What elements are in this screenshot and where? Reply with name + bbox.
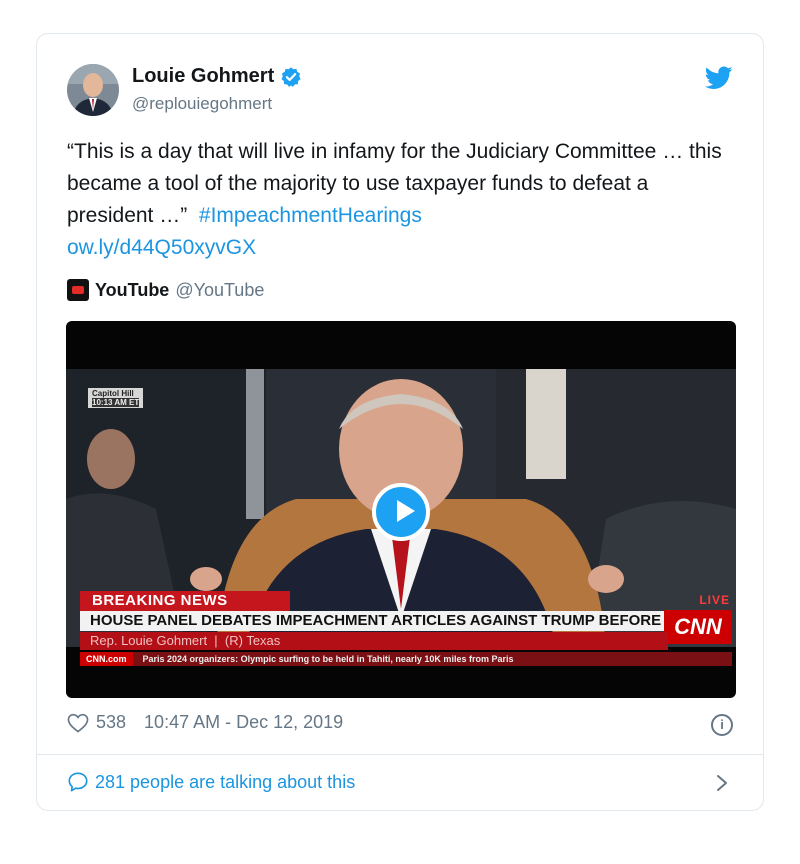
hashtag-link[interactable]: #ImpeachmentHearings [199, 204, 422, 227]
twitter-bird-icon[interactable] [705, 66, 733, 90]
speaker-chyron: Rep. Louie Gohmert | (R) Texas [80, 632, 668, 650]
author-name[interactable]: Louie Gohmert [132, 65, 302, 88]
live-indicator: LIVE [699, 593, 730, 607]
ticker-source: CNN.com [80, 652, 133, 666]
verified-badge-icon [281, 66, 301, 87]
author-name-text[interactable]: Louie Gohmert [132, 65, 274, 88]
chyron-headline: HOUSE PANEL DEBATES IMPEACHMENT ARTICLES… [80, 611, 668, 631]
conversation-label[interactable]: 281 people are talking about this [95, 772, 355, 793]
source-name[interactable]: YouTube [95, 280, 169, 301]
speech-bubble-icon [68, 772, 88, 792]
like-count[interactable]: 538 [96, 712, 126, 733]
divider [37, 754, 763, 755]
source-handle[interactable]: @YouTube [175, 280, 264, 301]
breaking-news-banner: BREAKING NEWS [80, 591, 290, 611]
embedded-tweet-card: Louie Gohmert @replouiegohmert “This is … [36, 33, 764, 811]
speaker-name: Rep. Louie Gohmert [90, 633, 208, 648]
author-avatar[interactable] [67, 64, 119, 116]
location-tag: Capitol Hill [92, 389, 134, 398]
short-url-link[interactable]: ow.ly/d44Q50xyvGX [67, 236, 256, 259]
video-player[interactable]: Capitol Hill 10:13 AM ET BREAKING NEWS L… [66, 321, 736, 698]
tweet-meta: 538 10:47 AM - Dec 12, 2019 [67, 712, 343, 733]
heart-icon[interactable] [67, 713, 89, 733]
media-source[interactable]: YouTube @YouTube [67, 279, 264, 301]
tweet-timestamp[interactable]: 10:47 AM - Dec 12, 2019 [144, 712, 343, 733]
speaker-party: (R) Texas [224, 633, 281, 648]
cnn-logo: CNN [664, 610, 732, 644]
location-time-tag: Capitol Hill 10:13 AM ET [88, 388, 144, 408]
author-handle[interactable]: @replouiegohmert [132, 94, 272, 114]
time-tag: 10:13 AM ET [92, 398, 140, 407]
info-icon[interactable]: i [711, 714, 733, 736]
chevron-right-icon[interactable] [715, 774, 729, 792]
news-ticker: CNN.com Paris 2024 organizers: Olympic su… [80, 652, 732, 666]
play-icon[interactable] [372, 483, 430, 541]
ticker-text: Paris 2024 organizers: Olympic surfing t… [142, 654, 514, 664]
tweet-text: “This is a day that will live in infamy … [67, 136, 737, 264]
conversation-link[interactable]: 281 people are talking about this [67, 771, 355, 793]
youtube-logo-icon [67, 279, 89, 301]
